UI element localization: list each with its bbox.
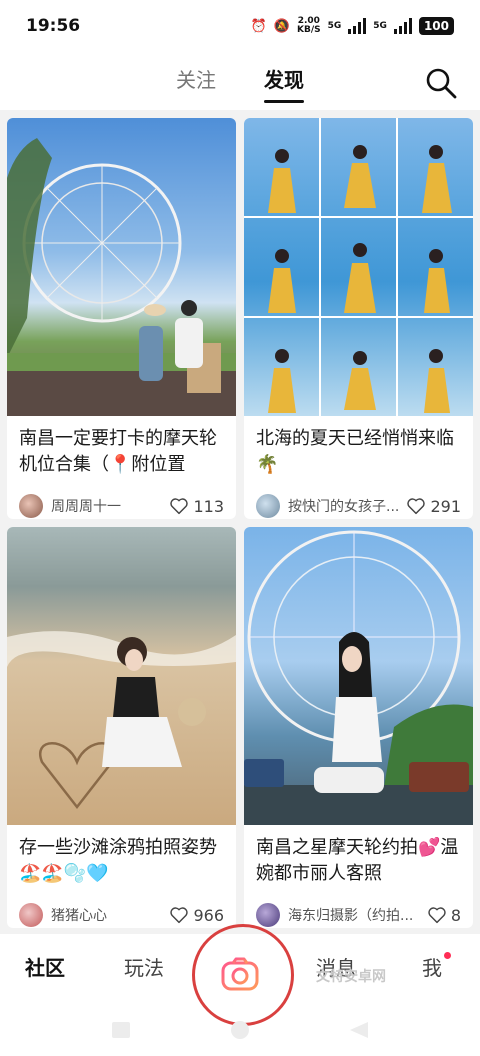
post-meta: 猪猪心心 966	[7, 903, 236, 927]
top-navigation: 关注 发现	[0, 52, 480, 110]
author-name[interactable]: 按快门的女孩子...	[288, 496, 400, 516]
like-count: 291	[430, 496, 461, 516]
sim2-label: 5G	[373, 21, 387, 31]
mute-icon: 🔕	[273, 18, 291, 34]
watermark: 文特安卓网	[316, 969, 386, 985]
post-card[interactable]: 北海的夏天已经悄悄来临🌴 按快门的女孩子... 291	[244, 118, 473, 519]
signal-icon-2	[393, 18, 412, 34]
like-button[interactable]: 291	[406, 497, 461, 516]
avatar[interactable]	[19, 494, 43, 518]
heart-icon	[170, 907, 189, 924]
photo-grid-illustration	[244, 118, 473, 416]
beach-illustration	[7, 631, 236, 810]
like-button[interactable]: 113	[169, 497, 224, 516]
post-card[interactable]: 南昌一定要打卡的摩天轮机位合集（📍附位置 周周周十一 113	[7, 118, 236, 519]
post-card[interactable]: 存一些沙滩涂鸦拍照姿势🏖️🏖️🫧🩵 猪猪心心 966	[7, 527, 236, 928]
network-speed: 2.00 KB/S	[297, 17, 321, 35]
like-count: 8	[450, 905, 461, 925]
status-bar: 19:56 ⏰ 🔕 2.00 KB/S 5G 5G 100	[0, 0, 480, 52]
nav-play[interactable]: 玩法	[124, 952, 164, 981]
nav-community[interactable]: 社区	[25, 952, 65, 981]
heart-icon	[170, 498, 189, 515]
post-card[interactable]: 南昌之星摩天轮约拍💕温婉都市丽人客照 海东归摄影（约拍... 8	[244, 527, 473, 928]
avatar[interactable]	[256, 903, 280, 927]
home-icon[interactable]	[231, 1021, 249, 1039]
recent-apps-icon[interactable]	[112, 1022, 130, 1038]
like-button[interactable]: 966	[169, 906, 224, 925]
post-meta: 按快门的女孩子... 291	[244, 494, 473, 518]
author-name[interactable]: 猪猪心心	[51, 905, 163, 925]
post-image[interactable]	[7, 527, 236, 825]
avatar[interactable]	[19, 903, 43, 927]
post-title: 南昌一定要打卡的摩天轮机位合集（📍附位置	[19, 428, 217, 475]
discover-feed: 南昌一定要打卡的摩天轮机位合集（📍附位置 周周周十一 113 北海的夏天已经悄悄…	[7, 118, 473, 928]
alarm-icon: ⏰	[250, 18, 267, 34]
heart-icon	[407, 498, 426, 515]
highlight-circle	[192, 924, 294, 1026]
post-title: 南昌之星摩天轮约拍💕温婉都市丽人客照	[256, 837, 459, 884]
like-button[interactable]: 8	[427, 906, 461, 925]
like-count: 966	[193, 905, 224, 925]
post-meta: 周周周十一 113	[7, 494, 236, 518]
tab-following[interactable]: 关注	[176, 64, 216, 99]
tab-discover[interactable]: 发现	[264, 64, 304, 99]
like-count: 113	[193, 496, 224, 516]
post-image[interactable]	[7, 118, 236, 416]
net-speed-unit: KB/S	[297, 25, 321, 35]
post-image[interactable]	[244, 118, 473, 416]
post-title: 北海的夏天已经悄悄来临🌴	[256, 428, 454, 475]
notification-dot	[444, 952, 451, 959]
author-name[interactable]: 周周周十一	[51, 496, 163, 516]
search-icon[interactable]	[424, 66, 458, 100]
signal-icon	[348, 18, 367, 34]
status-icons: ⏰ 🔕 2.00 KB/S 5G 5G 100	[251, 17, 454, 35]
nav-me[interactable]: 我	[422, 952, 442, 981]
clock: 19:56	[26, 16, 81, 36]
battery-icon: 100	[418, 17, 454, 35]
author-name[interactable]: 海东归摄影（约拍...	[288, 905, 421, 925]
sim1-label: 5G	[327, 21, 342, 31]
post-title: 存一些沙滩涂鸦拍照姿势🏖️🏖️🫧🩵	[19, 837, 217, 884]
system-navigation-bar	[112, 1021, 368, 1039]
post-meta: 海东归摄影（约拍... 8	[244, 903, 473, 927]
heart-icon	[428, 907, 446, 924]
ferris-wheel-illustration	[7, 138, 236, 416]
post-image[interactable]	[244, 527, 473, 825]
back-icon[interactable]	[350, 1022, 368, 1038]
ferris-wheel-portrait-illustration	[244, 530, 473, 825]
avatar[interactable]	[256, 494, 280, 518]
